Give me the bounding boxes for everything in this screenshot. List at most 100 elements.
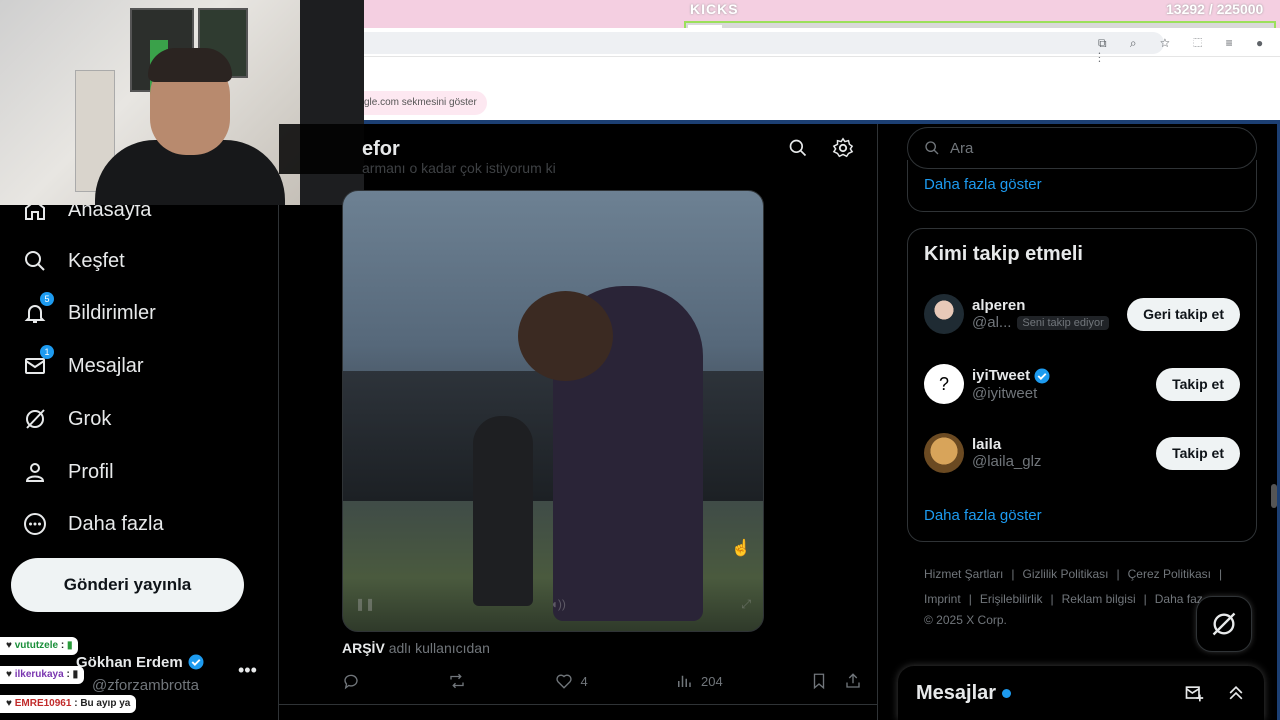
chat-emote-icon: ▮ xyxy=(72,669,79,680)
avatar[interactable] xyxy=(924,294,964,334)
tweet-divider xyxy=(279,704,877,705)
page-title: efor xyxy=(362,138,400,160)
verified-badge-icon xyxy=(188,654,204,670)
play-icon[interactable]: ❚❚ xyxy=(355,597,375,611)
search-placeholder: Ara xyxy=(950,139,974,157)
chat-message: ♥ vututzele : ▮ xyxy=(0,637,79,655)
chat-user: vututzele xyxy=(14,640,59,651)
tweet-actions: 4 204 xyxy=(342,670,862,692)
footer-link[interactable]: Erişilebilirlik xyxy=(980,592,1043,606)
browser-toolbar-icons[interactable]: ⧉ ⌕ ☆ ⬚ ≡ ● ⋮ xyxy=(1098,36,1280,66)
sidebar-item-notifications[interactable]: 5 Bildirimler xyxy=(22,292,156,333)
who-to-follow-title: Kimi takip etmeli xyxy=(924,243,1083,265)
footer-link[interactable]: Gizlilik Politikası xyxy=(1022,567,1108,581)
chat-emote-icon: ▮ xyxy=(66,640,73,651)
follows-you-badge: Seni takip ediyor xyxy=(1017,315,1109,330)
volume-icon[interactable]: ◖)) xyxy=(551,597,566,611)
sidebar-item-explore[interactable]: Keşfet xyxy=(22,241,125,281)
bell-icon: 5 xyxy=(22,292,54,326)
bookmark-icon[interactable] xyxy=(810,672,828,690)
avatar[interactable]: ? xyxy=(924,364,964,404)
chevron-up-icon[interactable] xyxy=(1226,683,1246,703)
footer-link[interactable]: Hizmet Şartları xyxy=(924,567,1003,581)
unread-dot xyxy=(1002,688,1012,698)
grok-button[interactable] xyxy=(1196,596,1252,652)
sidebar-item-label: Grok xyxy=(68,407,112,430)
search-icon xyxy=(925,141,939,155)
views-count: 204 xyxy=(701,673,723,689)
repost-button[interactable] xyxy=(447,672,467,690)
account-more-icon[interactable]: ••• xyxy=(238,660,257,681)
reply-button[interactable] xyxy=(342,672,360,690)
suggestion-handle: @iyitweet xyxy=(972,384,1038,402)
kicks-goal: / 225000 xyxy=(1208,1,1264,17)
account-display-name: Gökhan Erdem xyxy=(76,653,183,671)
sidebar-item-label: Mesajlar xyxy=(68,354,144,377)
footer-link[interactable]: Daha faz xyxy=(1155,592,1203,606)
like-count: 4 xyxy=(580,673,588,689)
address-bar[interactable] xyxy=(364,32,1164,54)
suggestion-handle: @al... xyxy=(972,314,1012,331)
suggestion-name: alperen xyxy=(972,297,1026,314)
sidebar-item-grok[interactable]: Grok xyxy=(22,399,111,439)
suggestion-name: laila xyxy=(972,436,1002,453)
messages-drawer[interactable]: Mesajlar xyxy=(898,666,1264,720)
tweet-text-faded: armanı o kadar çok istiyorum ki xyxy=(362,160,556,176)
sidebar-item-profile[interactable]: Profil xyxy=(22,452,114,492)
kicks-counter: 13292 / 225000 xyxy=(1166,1,1263,17)
tweet-video[interactable]: ❚❚ ◖)) ⤢ xyxy=(342,190,764,632)
follow-back-button[interactable]: Geri takip et xyxy=(1127,297,1240,331)
new-message-icon[interactable] xyxy=(1184,683,1204,703)
kicks-title: KICKS xyxy=(690,1,739,17)
source-user[interactable]: ARŞİV xyxy=(342,640,385,656)
chat-message: ♥ EMRE10961 : Bu ayıp ya xyxy=(0,695,137,713)
follow-suggestion[interactable]: laila @laila_glz Takip et xyxy=(924,430,1240,476)
show-more-link[interactable]: Daha fazla göster xyxy=(924,176,1042,193)
views-button[interactable]: 204 xyxy=(675,672,723,690)
message-badge: 1 xyxy=(40,345,54,359)
tweet-extra-actions xyxy=(810,672,862,690)
sidebar-item-label: Bildirimler xyxy=(68,301,156,324)
settings-gear-icon[interactable] xyxy=(831,136,855,160)
chat-separator: : xyxy=(66,669,70,680)
webcam-overlay xyxy=(0,0,364,205)
heart-icon xyxy=(555,674,572,689)
more-circle-icon xyxy=(22,511,48,537)
suggestion-name: iyiTweet xyxy=(972,367,1031,384)
grok-icon xyxy=(22,406,48,432)
sidebar-item-more[interactable]: Daha fazla xyxy=(22,504,164,544)
suggestion-name-row: iyiTweet xyxy=(972,367,1156,385)
show-more-link[interactable]: Daha fazla göster xyxy=(924,507,1042,524)
post-button[interactable]: Gönderi yayınla xyxy=(11,558,244,612)
notification-badge: 5 xyxy=(40,292,54,306)
footer-link[interactable]: Çerez Politikası xyxy=(1128,567,1211,581)
search-icon xyxy=(22,248,48,274)
account-name[interactable]: Gökhan Erdem xyxy=(76,653,205,671)
messages-drawer-title: Mesajlar xyxy=(916,681,997,704)
follow-suggestion[interactable]: ? iyiTweet @iyitweet Takip et xyxy=(924,361,1240,407)
follow-button[interactable]: Takip et xyxy=(1156,367,1240,401)
person-icon xyxy=(22,459,48,485)
repost-icon xyxy=(450,673,464,689)
follow-button[interactable]: Takip et xyxy=(1156,436,1240,470)
chat-separator: : xyxy=(60,640,65,651)
tab-search-hint[interactable]: gle.com sekmesini göster xyxy=(364,91,487,115)
chat-message: ♥ ilkerukaya : ▮ xyxy=(0,666,85,684)
page-scrollbar[interactable] xyxy=(1271,484,1277,508)
sidebar-divider xyxy=(278,124,279,720)
header-search-icon[interactable] xyxy=(786,136,810,160)
footer-link[interactable]: Reklam bilgisi xyxy=(1062,592,1136,606)
search-input[interactable]: Ara xyxy=(907,127,1257,169)
chat-user: EMRE10961 xyxy=(14,698,72,709)
sidebar-item-messages[interactable]: 1 Mesajlar xyxy=(22,345,144,386)
like-button[interactable]: 4 xyxy=(555,672,588,690)
share-icon[interactable] xyxy=(844,672,862,690)
video-controls[interactable]: ❚❚ ◖)) ⤢ xyxy=(343,589,763,619)
suggestion-handle: @laila_glz xyxy=(972,453,1042,470)
follow-suggestion[interactable]: alperen @al... Seni takip ediyor Geri tak… xyxy=(924,291,1240,337)
footer-link[interactable]: Imprint xyxy=(924,592,961,606)
streamer-hair xyxy=(148,48,232,82)
sidebar-item-label: Profil xyxy=(68,460,114,483)
fullscreen-icon[interactable]: ⤢ xyxy=(741,597,751,612)
avatar[interactable] xyxy=(924,433,964,473)
